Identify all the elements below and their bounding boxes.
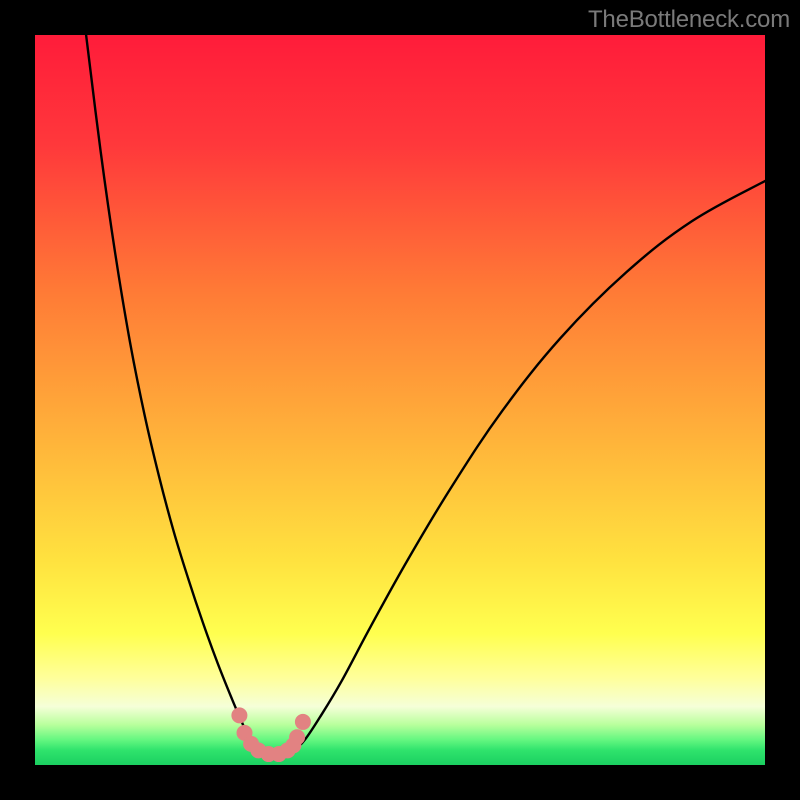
marker-dot xyxy=(231,707,247,723)
attribution-text: TheBottleneck.com xyxy=(588,6,790,34)
marker-dot xyxy=(289,729,305,745)
plot-area xyxy=(35,35,765,765)
plot-svg xyxy=(35,35,765,765)
gradient-background xyxy=(35,35,765,765)
chart-frame: TheBottleneck.com xyxy=(0,0,800,800)
marker-dot xyxy=(295,714,311,730)
